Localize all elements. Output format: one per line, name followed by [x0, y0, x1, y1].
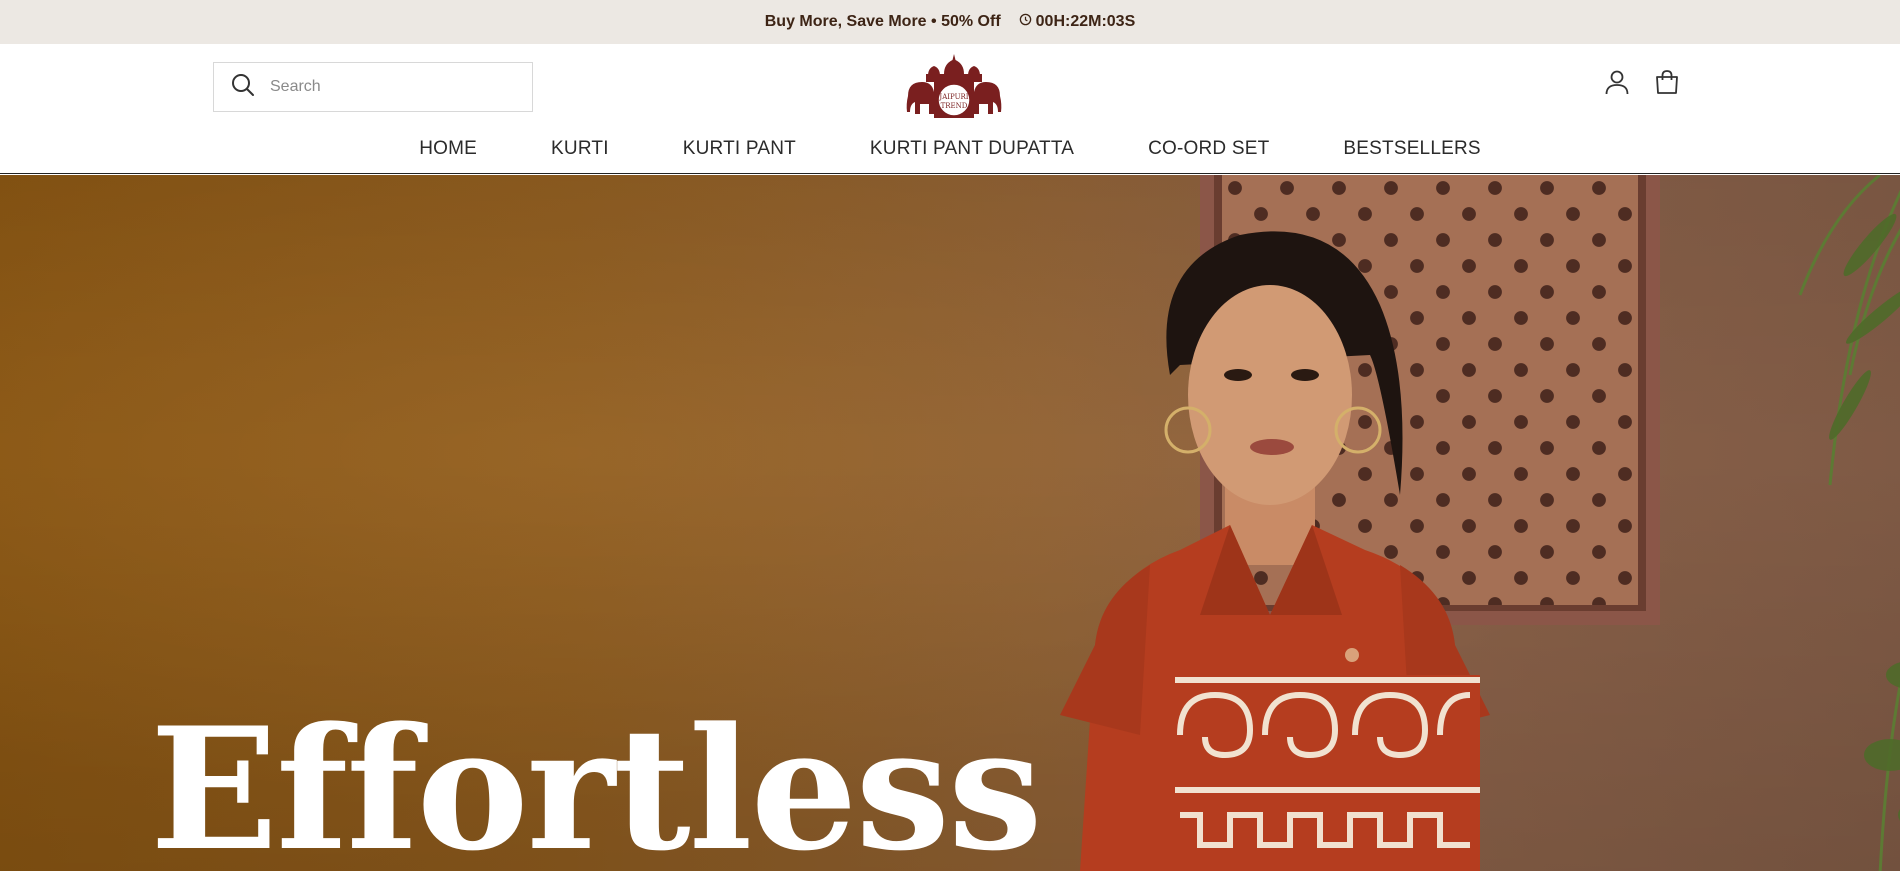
logo-text-line1: JAIPURI — [938, 93, 968, 101]
nav-item-kurti[interactable]: KURTI — [551, 138, 609, 160]
brand-logo[interactable]: JAIPURI TREND — [904, 52, 1004, 124]
logo-text-line2: TREND — [941, 102, 968, 110]
hero-title: Effortless — [150, 690, 1043, 871]
main-nav: HOME KURTI KURTI PANT KURTI PANT DUPATTA… — [0, 132, 1900, 166]
promo-text: Buy More, Save More • 50% Off — [764, 13, 1001, 30]
nav-item-kurti-pant[interactable]: KURTI PANT — [683, 138, 796, 160]
hero-banner[interactable]: Effortless — [0, 175, 1900, 871]
nav-item-home[interactable]: HOME — [419, 138, 477, 160]
countdown-timer: 00H:22M:03S — [1019, 13, 1136, 31]
announcement-bar: Buy More, Save More • 50% Off 00H:22M:03… — [0, 0, 1900, 44]
search-input[interactable] — [270, 72, 510, 102]
nav-item-co-ord-set[interactable]: CO-ORD SET — [1148, 138, 1269, 160]
header-actions — [1603, 68, 1681, 96]
account-icon[interactable] — [1603, 68, 1631, 96]
search-icon[interactable] — [230, 72, 256, 103]
model-image — [1060, 231, 1490, 871]
cart-icon[interactable] — [1653, 68, 1681, 96]
search-box[interactable] — [213, 62, 533, 112]
nav-item-bestsellers[interactable]: BESTSELLERS — [1343, 138, 1480, 160]
clock-icon — [1019, 13, 1032, 31]
site-header: JAIPURI TREND HOME KURTI KURTI PANT KURT… — [0, 44, 1900, 174]
countdown-value: 00H:22M:03S — [1035, 13, 1136, 30]
nav-item-kurti-pant-dupatta[interactable]: KURTI PANT DUPATTA — [870, 138, 1074, 160]
palm-plant-image — [1798, 175, 1900, 871]
